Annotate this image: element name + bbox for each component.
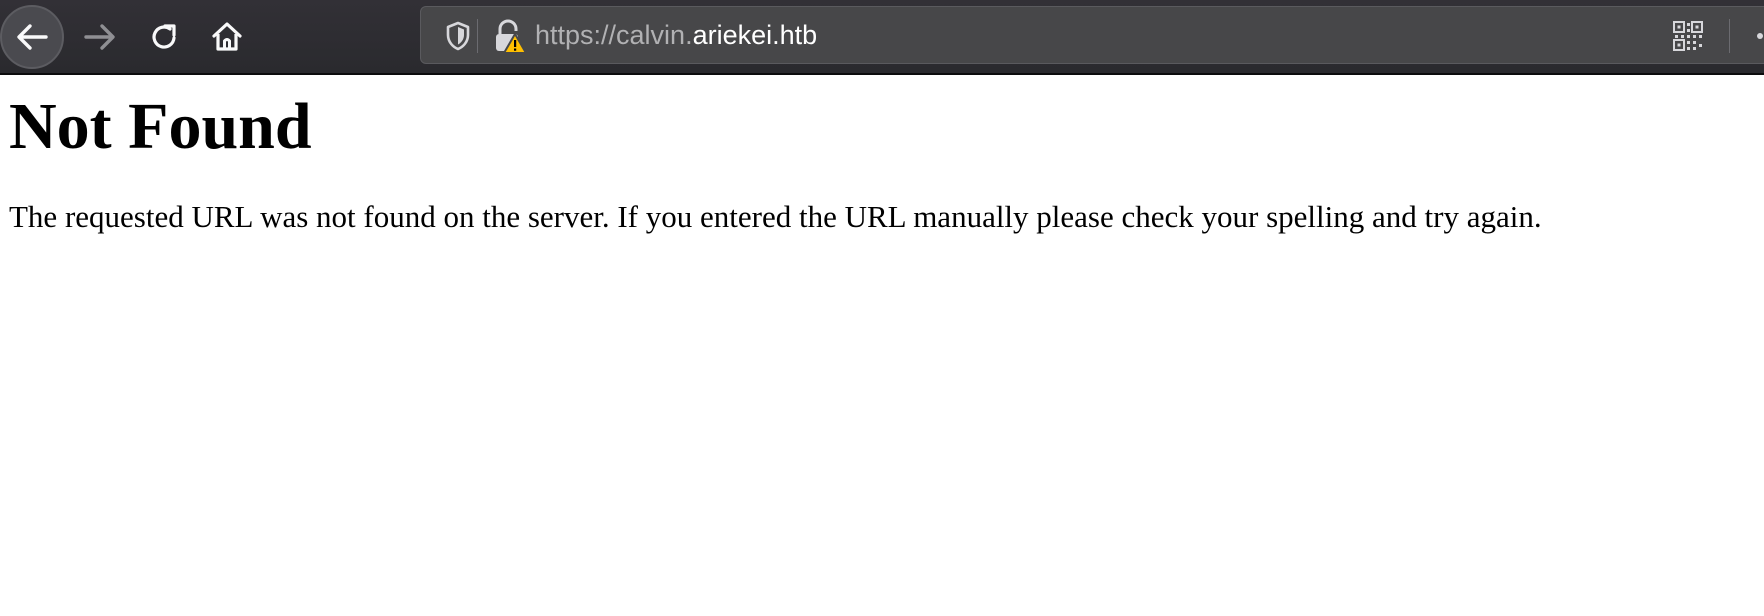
page-actions-icon[interactable]: [1757, 33, 1763, 39]
page-title: Not Found: [9, 90, 312, 163]
back-button[interactable]: [0, 5, 64, 69]
arrow-right-icon: [84, 24, 115, 50]
reload-button[interactable]: [132, 5, 196, 69]
url-domain: ariekei.htb: [692, 20, 818, 50]
arrow-left-icon: [17, 24, 48, 50]
forward-button[interactable]: [68, 5, 132, 69]
url-scheme-host: https://calvin.: [535, 20, 693, 50]
home-button[interactable]: [195, 5, 259, 69]
reload-icon: [152, 24, 176, 49]
urlbar-separator-right: [1729, 19, 1730, 53]
shield-icon[interactable]: [445, 21, 471, 56]
url-text[interactable]: https://calvin.ariekei.htb: [535, 18, 817, 52]
lock-warning-icon[interactable]: [493, 19, 527, 60]
urlbar-separator: [477, 19, 478, 53]
qr-code-icon[interactable]: [1673, 21, 1703, 56]
home-icon: [212, 22, 242, 51]
browser-toolbar: https://calvin.ariekei.htb: [0, 0, 1764, 75]
url-bar[interactable]: https://calvin.ariekei.htb: [420, 6, 1764, 64]
page-content: Not Found The requested URL was not foun…: [9, 75, 1764, 237]
error-message: The requested URL was not found on the s…: [9, 199, 1542, 234]
